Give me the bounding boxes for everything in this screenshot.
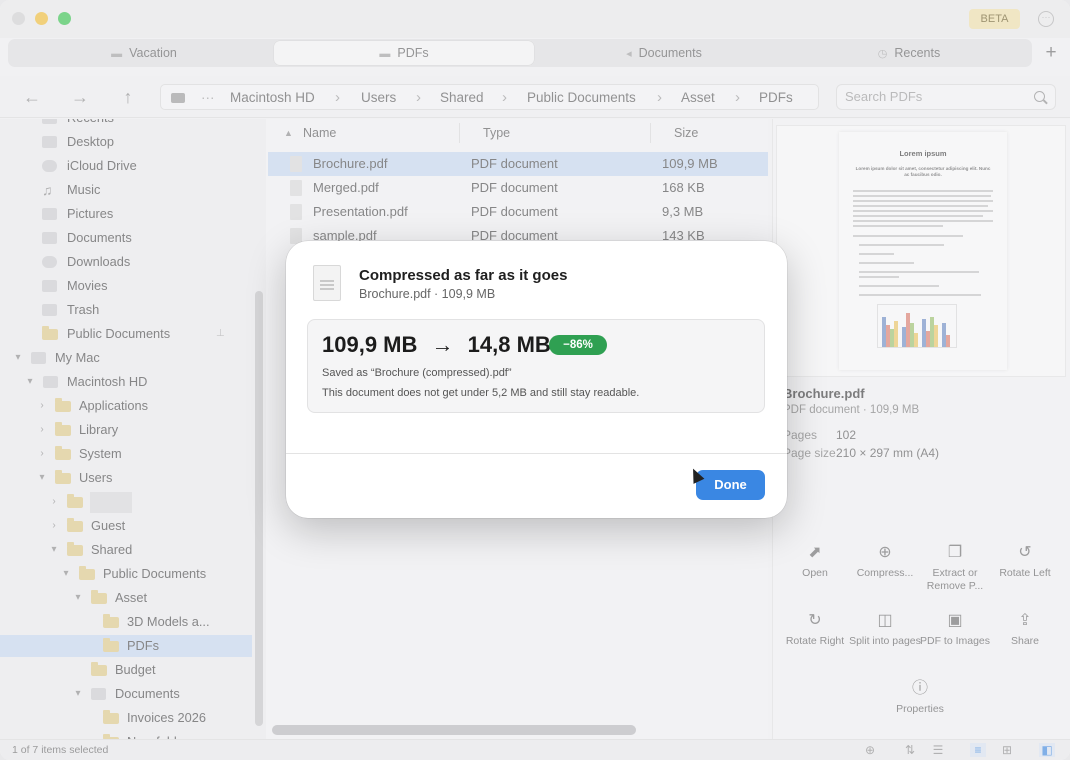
saved-as-text: Saved as “Brochure (compressed).pdf” (322, 367, 512, 379)
size-comparison: 109,9 MB → 14,8 MB (322, 332, 551, 358)
dialog-divider (286, 453, 787, 454)
arrow-right-icon: → (431, 332, 454, 357)
app-window: BETA ··· ▬ Vacation ▬ PDFs ◂ Documents ◷ Rec… (0, 0, 1070, 760)
result-box: 109,9 MB → 14,8 MB −86% Saved as “Brochu… (307, 319, 765, 413)
original-size: 109,9 MB (322, 332, 418, 357)
compression-result-dialog: Compressed as far as it goes Brochure.pd… (286, 241, 787, 518)
dialog-title: Compressed as far as it goes (359, 267, 568, 284)
compression-note: This document does not get under 5,2 MB … (322, 387, 640, 399)
compressed-size: 14,8 MB (467, 332, 551, 357)
reduction-badge: −86% (549, 335, 607, 355)
done-button[interactable]: Done (696, 470, 765, 500)
dialog-subtitle: Brochure.pdf · 109,9 MB (359, 287, 496, 301)
document-icon (313, 265, 341, 301)
